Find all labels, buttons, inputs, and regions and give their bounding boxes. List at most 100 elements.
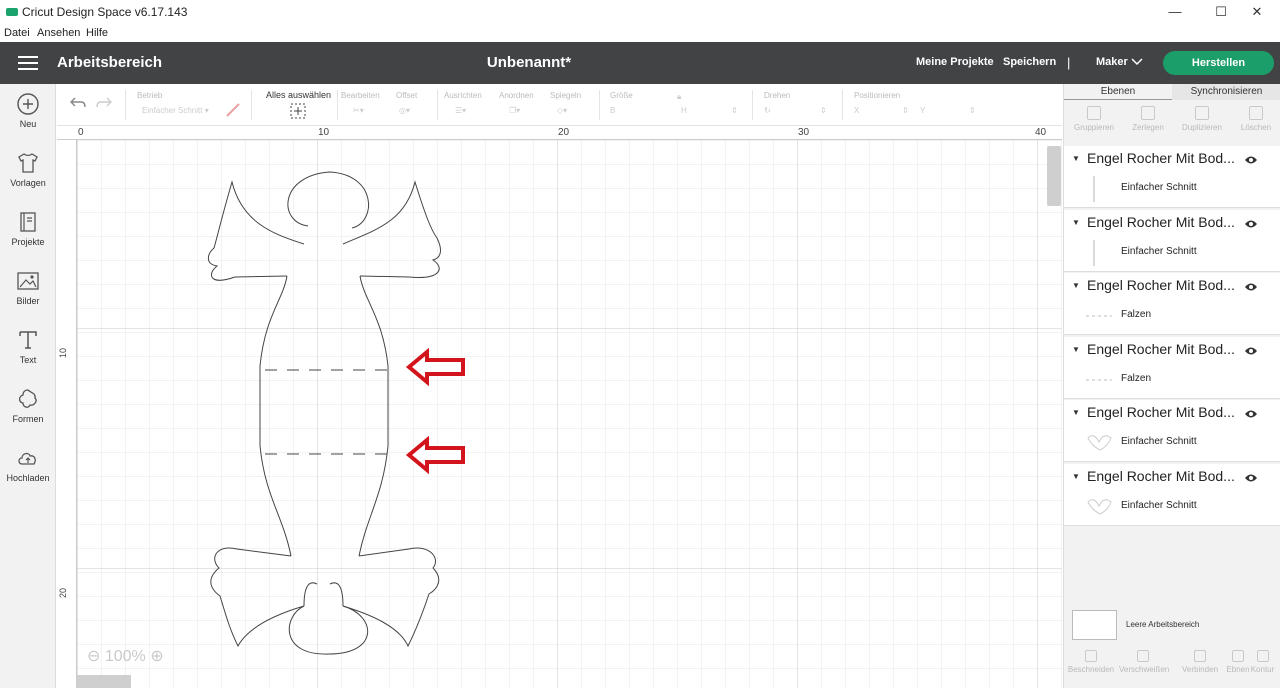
- rotate-stepper[interactable]: ⇕: [820, 106, 827, 115]
- layer-name: Engel Rocher Mit Bod...: [1087, 213, 1235, 230]
- offset-icon[interactable]: ◎▾: [399, 106, 410, 115]
- mirror-icon[interactable]: ◇▾: [557, 106, 567, 115]
- sidebar-label: Hochladen: [6, 473, 50, 483]
- menu-ansehen[interactable]: Ansehen: [37, 27, 80, 39]
- horizontal-scrollbar[interactable]: [77, 675, 131, 688]
- eye-icon[interactable]: [1244, 406, 1258, 424]
- duplicate-button[interactable]: Duplizieren: [1175, 106, 1229, 132]
- angel-box-design[interactable]: [57, 126, 1062, 688]
- sidebar-item-upload[interactable]: Hochladen: [0, 446, 56, 483]
- zoom-control[interactable]: ⊖ 100% ⊕: [87, 646, 164, 666]
- align-label[interactable]: Ausrichten: [444, 91, 482, 100]
- collapse-triangle-icon[interactable]: ▼: [1072, 281, 1080, 290]
- x-label: X: [854, 106, 860, 115]
- cricut-logo-icon: [6, 8, 18, 16]
- tab-layers[interactable]: Ebenen: [1064, 84, 1172, 100]
- zoom-in-icon[interactable]: ⊕: [150, 648, 163, 665]
- sidebar-label: Vorlagen: [10, 178, 46, 188]
- height-stepper[interactable]: ⇕: [731, 106, 738, 115]
- sidebar-item-projects[interactable]: Projekte: [0, 210, 56, 247]
- left-sidebar: Neu Vorlagen Projekte Bilder Text Formen…: [0, 84, 56, 688]
- machine-select[interactable]: Maker: [1096, 56, 1128, 68]
- chevron-down-icon[interactable]: [1131, 55, 1143, 69]
- minimize-button[interactable]: —: [1152, 0, 1198, 24]
- contour-icon: [1256, 650, 1269, 662]
- operation-label: Betrieb: [137, 91, 163, 100]
- align-icon[interactable]: ☰▾: [455, 106, 466, 115]
- collapse-triangle-icon[interactable]: ▼: [1072, 345, 1080, 354]
- y-label: Y: [920, 106, 926, 115]
- layer-row[interactable]: ▼ Engel Rocher Mit Bod... Falzen: [1064, 273, 1280, 335]
- collapse-triangle-icon[interactable]: ▼: [1072, 154, 1080, 163]
- eye-icon[interactable]: [1244, 216, 1258, 234]
- red-arrow-bottom-icon: [405, 435, 465, 475]
- close-button[interactable]: ✕: [1234, 0, 1280, 24]
- ruler-tick: 10: [318, 127, 330, 138]
- layer-thumbnail: [1086, 430, 1114, 456]
- group-button[interactable]: Gruppieren: [1067, 106, 1121, 132]
- collapse-triangle-icon[interactable]: ▼: [1072, 218, 1080, 227]
- edit-icon[interactable]: ✂▾: [353, 106, 364, 115]
- my-projects-link[interactable]: Meine Projekte: [916, 56, 994, 68]
- layer-operation: Einfacher Schnitt: [1121, 245, 1197, 257]
- blank-canvas-label: Leere Arbeitsbereich: [1126, 620, 1200, 629]
- position-label: Positionieren: [854, 91, 901, 100]
- contour-button[interactable]: Kontur: [1244, 650, 1280, 674]
- layer-row[interactable]: ▼ Engel Rocher Mit Bod... Einfacher Schnit…: [1064, 463, 1280, 526]
- collapse-triangle-icon[interactable]: ▼: [1072, 472, 1080, 481]
- y-stepper[interactable]: ⇕: [969, 106, 976, 115]
- zoom-level: 100%: [104, 648, 146, 665]
- operation-select[interactable]: Einfacher Schnitt ▾: [142, 106, 209, 115]
- slice-button[interactable]: Beschneiden: [1067, 650, 1115, 674]
- delete-button[interactable]: Löschen: [1229, 106, 1280, 132]
- layer-row[interactable]: ▼ Engel Rocher Mit Bod... Einfacher Schnit…: [1064, 209, 1280, 272]
- design-canvas[interactable]: 0 10 20 30 40 10 20 ⊖ 100% ⊕: [57, 126, 1062, 688]
- eye-icon[interactable]: [1244, 152, 1258, 170]
- edit-label[interactable]: Bearbeiten: [341, 91, 380, 100]
- sidebar-item-shapes[interactable]: Formen: [0, 387, 56, 424]
- mirror-label[interactable]: Spiegeln: [550, 91, 581, 100]
- rotate-icon[interactable]: ↻: [764, 106, 771, 115]
- select-all-icon[interactable]: [290, 103, 306, 119]
- ruler-vertical: 10 20: [57, 140, 77, 688]
- offset-label[interactable]: Offset: [396, 91, 417, 100]
- make-button[interactable]: Herstellen: [1163, 51, 1274, 75]
- ruler-tick: 20: [58, 587, 68, 598]
- eye-icon[interactable]: [1244, 343, 1258, 361]
- save-link[interactable]: Speichern: [1003, 56, 1056, 68]
- arrange-icon[interactable]: ❐▾: [509, 106, 520, 115]
- lock-icon[interactable]: 🔒︎: [677, 92, 681, 102]
- menu-hilfe[interactable]: Hilfe: [86, 27, 108, 39]
- layer-row[interactable]: ▼ Engel Rocher Mit Bod... Einfacher Schnit…: [1064, 146, 1280, 208]
- tab-sync[interactable]: Synchronisieren: [1172, 84, 1280, 100]
- plus-circle-icon: [17, 93, 39, 115]
- sidebar-item-text[interactable]: Text: [0, 328, 56, 365]
- edit-toolbar: Betrieb Einfacher Schnitt ▾ Alles auswäh…: [57, 84, 1062, 126]
- layer-row[interactable]: ▼ Engel Rocher Mit Bod... Falzen: [1064, 336, 1280, 399]
- x-stepper[interactable]: ⇕: [902, 106, 909, 115]
- menu-datei[interactable]: Datei: [4, 27, 30, 39]
- undo-icon[interactable]: [69, 96, 87, 110]
- sidebar-item-images[interactable]: Bilder: [0, 269, 56, 306]
- layer-operation: Falzen: [1121, 372, 1152, 384]
- layer-row[interactable]: ▼ Engel Rocher Mit Bod... Einfacher Schnit…: [1064, 400, 1280, 462]
- vertical-scrollbar[interactable]: [1047, 146, 1061, 206]
- eye-icon[interactable]: [1244, 279, 1258, 297]
- duplicate-icon: [1195, 106, 1209, 120]
- eye-icon[interactable]: [1244, 470, 1258, 488]
- redo-icon[interactable]: [95, 96, 113, 110]
- head-top: [287, 171, 370, 229]
- ungroup-button[interactable]: Zerlegen: [1121, 106, 1175, 132]
- collapse-triangle-icon[interactable]: ▼: [1072, 408, 1080, 417]
- shapes-icon: [18, 389, 37, 408]
- blank-canvas-swatch[interactable]: [1072, 610, 1117, 640]
- sidebar-item-templates[interactable]: Vorlagen: [0, 151, 56, 188]
- app-header: Arbeitsbereich Unbenannt* Meine Projekte…: [0, 42, 1280, 84]
- layer-thumbnail: [1086, 239, 1114, 266]
- zoom-out-icon[interactable]: ⊖: [87, 648, 100, 665]
- select-all-button[interactable]: Alles auswählen: [266, 90, 331, 100]
- pen-icon: [226, 103, 240, 117]
- weld-button[interactable]: Verschweißen: [1119, 650, 1169, 674]
- arrange-label[interactable]: Anordnen: [499, 91, 534, 100]
- sidebar-item-new[interactable]: Neu: [0, 92, 56, 129]
